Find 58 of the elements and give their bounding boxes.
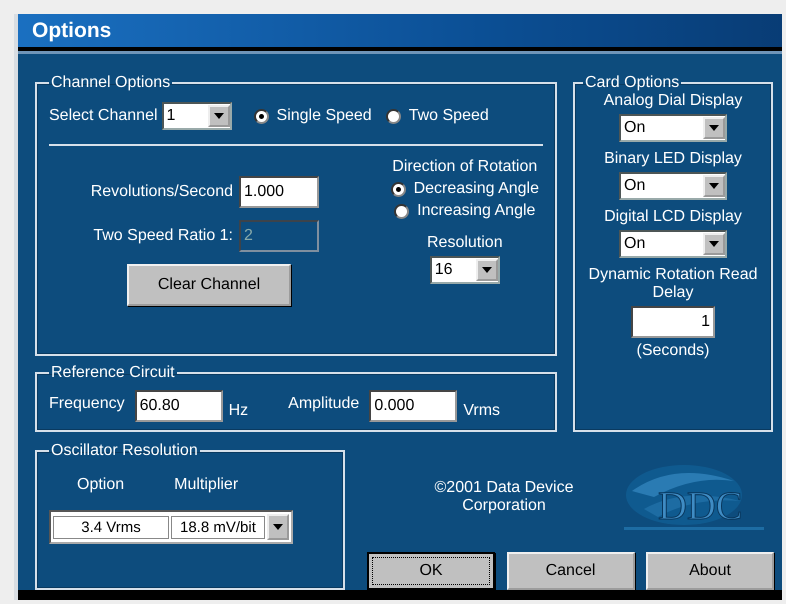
dialog-button[interactable]: About	[646, 552, 774, 590]
radio-button[interactable]	[394, 204, 410, 218]
field-label: Frequency	[49, 395, 125, 413]
radio-label: Single Speed	[276, 107, 372, 125]
arrow-button[interactable]	[476, 259, 498, 281]
input-field[interactable]: 1	[631, 306, 715, 338]
dropdown-cell: 18.8 mV/bit	[171, 516, 265, 538]
resolution-dropdown[interactable]: 16	[430, 256, 500, 284]
group-title: Reference Circuit	[50, 364, 176, 382]
field-label: Dynamic Rotation Read Delay	[588, 266, 758, 302]
field-label: Digital LCD Display	[604, 208, 742, 226]
oscillator-dropdown[interactable]: 3.4 Vrms 18.8 mV/bit	[49, 510, 293, 544]
radio-label: Increasing Angle	[417, 202, 536, 220]
field-label: Analog Dial Display	[604, 92, 742, 110]
field-label: Resolution	[426, 234, 503, 252]
dropdown-cell: 3.4 Vrms	[53, 516, 169, 538]
radio-button[interactable]	[254, 108, 269, 124]
unit-label: (Seconds)	[636, 342, 710, 360]
input-field[interactable]: 1.000	[239, 176, 319, 208]
group-title: Card Options	[584, 74, 680, 92]
arrow-button[interactable]	[208, 105, 230, 127]
field-label: Select Channel	[49, 107, 158, 125]
radio-label: Decreasing Angle	[414, 180, 539, 198]
window-title: Options	[32, 18, 112, 42]
display-dropdown[interactable]: On	[619, 230, 727, 258]
caret-icon	[709, 241, 719, 247]
group-title: Channel Options	[50, 74, 172, 92]
caret-icon	[709, 125, 719, 131]
field-label: Binary LED Display	[604, 150, 742, 168]
radio-label: Two Speed	[408, 107, 489, 125]
arrow-button[interactable]	[703, 175, 725, 197]
radio-button[interactable]	[390, 182, 406, 196]
display-dropdown[interactable]: On	[619, 114, 727, 142]
column-label: Option	[77, 476, 124, 494]
field-label: Amplitude	[288, 395, 360, 413]
arrow-button[interactable]	[266, 514, 289, 540]
field-label: Revolutions/Second	[90, 183, 233, 201]
input-field[interactable]: 0.000	[369, 390, 458, 422]
caret-icon	[214, 113, 224, 119]
field-label: Two Speed Ratio 1:	[93, 227, 233, 245]
unit-label: Vrms	[463, 402, 500, 420]
copyright-text: ©2001 Data Device Corporation	[434, 479, 574, 515]
clear-channel-button[interactable]: Clear Channel	[127, 264, 291, 306]
column-label: Multiplier	[174, 476, 238, 494]
dialog-button[interactable]: OK	[367, 552, 495, 590]
unit-label: Hz	[228, 402, 248, 420]
group-title: Oscillator Resolution	[50, 442, 199, 460]
channel-dropdown[interactable]: 1	[162, 102, 232, 130]
dialog-button[interactable]: Cancel	[506, 552, 634, 590]
display-dropdown[interactable]: On	[619, 172, 727, 200]
caret-icon	[709, 183, 719, 189]
caret-icon	[482, 267, 492, 273]
input-field[interactable]: 60.80	[134, 390, 223, 422]
group-label: Direction of Rotation	[392, 158, 538, 176]
radio-button[interactable]	[386, 108, 401, 124]
caret-icon	[272, 524, 283, 530]
arrow-button[interactable]	[703, 233, 725, 255]
arrow-button[interactable]	[703, 117, 725, 139]
